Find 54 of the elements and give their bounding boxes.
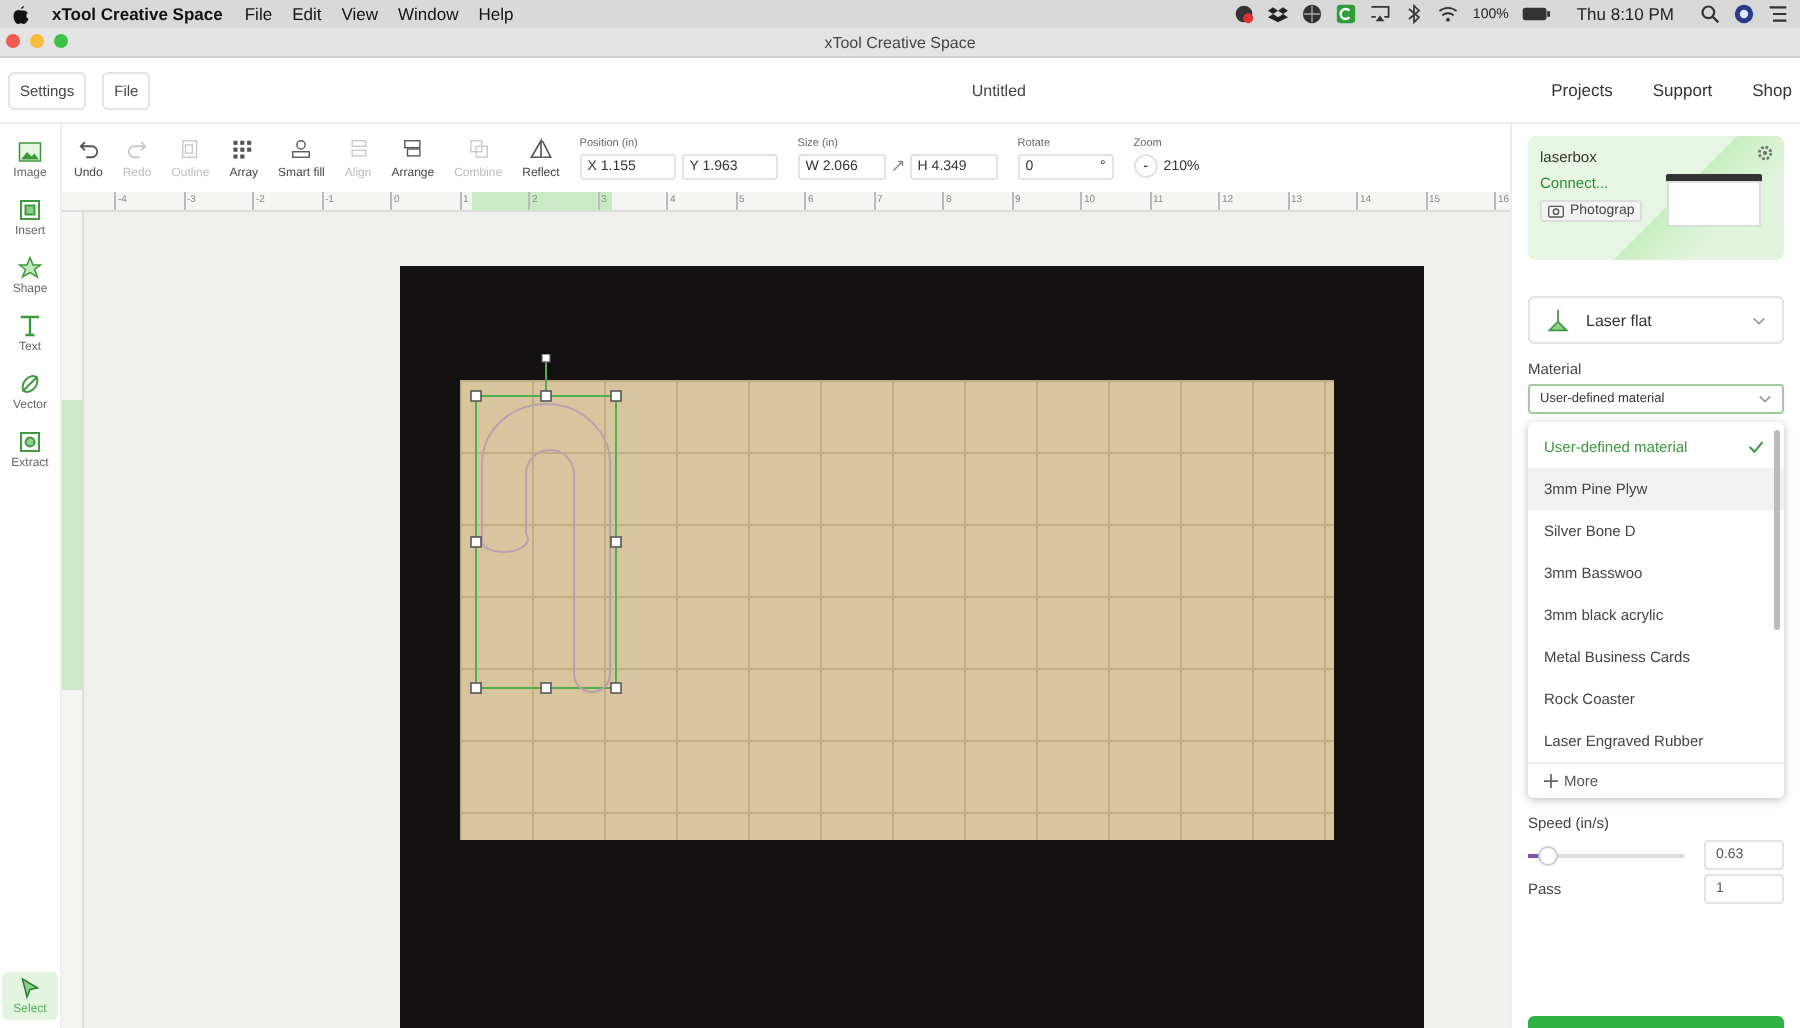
menu-item[interactable]: Edit — [292, 4, 322, 24]
reflect-icon — [529, 137, 552, 159]
fill-icon — [290, 137, 313, 159]
menu-clock[interactable]: Thu 8:10 PM — [1576, 4, 1674, 24]
header-link[interactable]: Shop — [1752, 80, 1792, 100]
shape-icon — [18, 256, 42, 280]
start-button[interactable] — [1528, 1016, 1784, 1028]
header-link[interactable]: Projects — [1551, 80, 1613, 100]
outline-icon — [179, 137, 202, 159]
bluetooth-icon[interactable] — [1404, 4, 1425, 24]
redo-icon — [126, 137, 149, 159]
checkmark-icon — [1748, 440, 1764, 454]
app-status-icon[interactable] — [1336, 4, 1357, 24]
globe-icon[interactable] — [1302, 4, 1323, 24]
menu-icon[interactable] — [1768, 4, 1788, 24]
undo-icon — [77, 137, 100, 159]
laser-mode-dropdown[interactable]: Laser flat — [1528, 296, 1784, 344]
menu-item[interactable]: File — [244, 4, 273, 24]
battery-icon[interactable] — [1522, 4, 1551, 24]
array-icon — [232, 137, 255, 159]
lock-ratio-icon[interactable] — [891, 160, 904, 172]
extract-icon — [18, 430, 42, 454]
wifi-icon[interactable] — [1438, 4, 1459, 24]
cursor-icon — [18, 976, 42, 1000]
selection-box[interactable] — [470, 354, 622, 694]
search-icon[interactable] — [1700, 4, 1720, 24]
plus-icon — [1544, 774, 1558, 788]
align-icon — [347, 137, 370, 159]
airplay-icon[interactable] — [1370, 4, 1391, 24]
document-title: Untitled — [969, 81, 1028, 99]
menu-item[interactable]: Window — [398, 4, 459, 24]
chevron-down-icon — [1752, 315, 1766, 325]
camera-icon — [1548, 204, 1564, 218]
insert-icon — [18, 198, 42, 222]
header-link[interactable]: Support — [1652, 80, 1713, 100]
chevron-down-icon — [1758, 394, 1772, 404]
vector-icon — [18, 372, 42, 396]
text-icon — [18, 314, 42, 338]
menu-item[interactable]: View — [341, 4, 378, 24]
laser-machine-icon — [1664, 172, 1764, 228]
laser-icon — [1546, 308, 1570, 332]
arrange-icon — [401, 137, 424, 159]
menu-item[interactable]: Help — [478, 4, 514, 24]
scrollbar[interactable] — [1774, 430, 1780, 630]
combine-icon — [467, 137, 490, 159]
status-icon[interactable] — [1234, 4, 1255, 24]
window-title: xTool Creative Space — [824, 33, 976, 51]
apple-logo-icon[interactable] — [12, 3, 30, 25]
app-menu[interactable]: xTool Creative Space — [52, 4, 223, 24]
siri-icon[interactable] — [1734, 4, 1754, 24]
dropbox-icon[interactable] — [1268, 4, 1289, 24]
close-window-button[interactable] — [6, 34, 20, 48]
image-icon — [18, 140, 42, 164]
settings-icon[interactable] — [1756, 144, 1774, 162]
